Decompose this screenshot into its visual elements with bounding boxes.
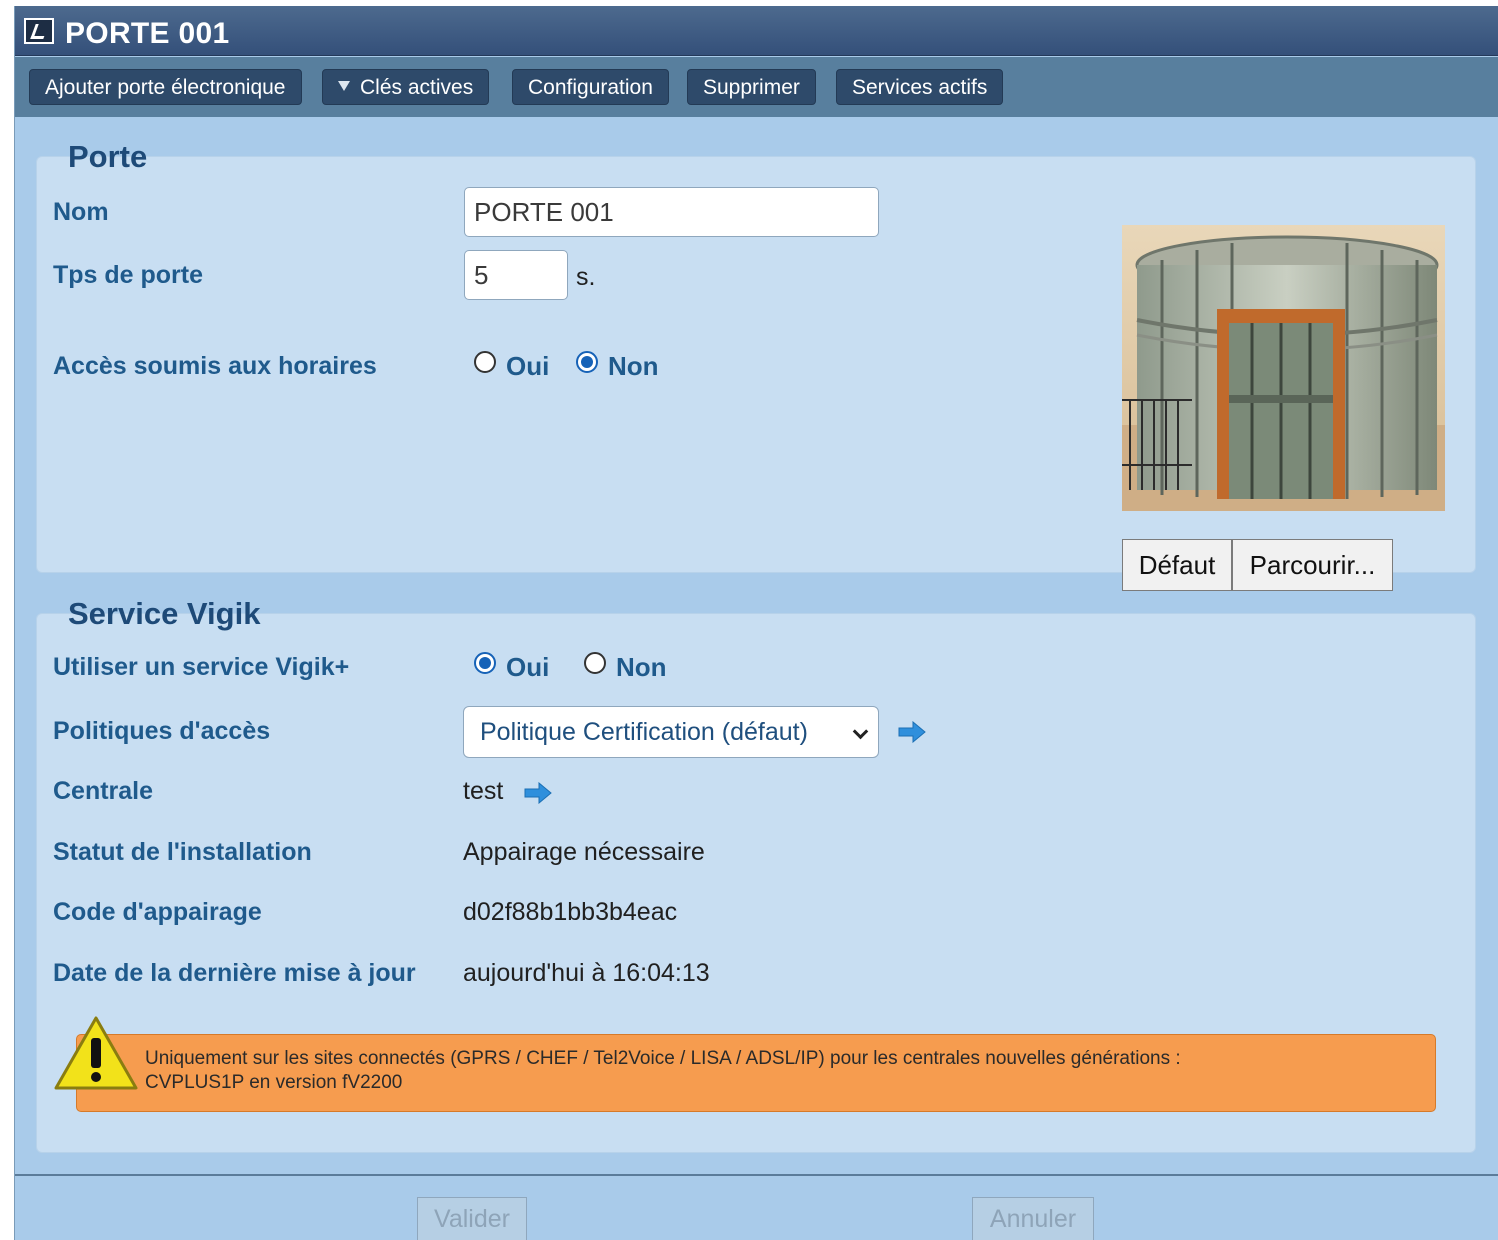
door-time-label: Tps de porte [53,261,204,289]
door-time-unit: s. [576,263,596,291]
vigik-use-no-radio[interactable] [584,652,606,674]
configuration-button[interactable]: Configuration [512,69,669,105]
add-door-button[interactable]: Ajouter porte électronique [29,69,302,105]
central-value: test [463,777,504,805]
policy-link-arrow-icon[interactable] [897,721,927,743]
active-services-button[interactable]: Services actifs [836,69,1004,105]
vigik-use-label: Utiliser un service Vigik+ [53,653,350,681]
vigik-use-no-label: Non [616,652,667,682]
footer-divider [15,1174,1498,1176]
vigik-use-yes-radio[interactable] [474,652,496,674]
active-keys-label: Clés actives [360,76,474,99]
central-link-arrow-icon[interactable] [523,782,553,804]
warning-line-1: Uniquement sur les sites connectés (GPRS… [145,1048,1181,1069]
toolbar: Ajouter porte électronique Clés actives … [15,57,1498,117]
central-label: Centrale [53,777,154,805]
window-title: PORTE 001 [65,17,230,50]
last-update-label: Date de la dernière mise à jour [53,959,416,987]
schedule-no-radio[interactable] [576,351,598,373]
schedule-yes-label: Oui [506,351,550,381]
filter-icon [338,81,350,91]
window-icon [24,18,54,44]
vigik-use-yes-label: Oui [506,652,550,682]
porte-legend: Porte [68,139,148,174]
policy-label: Politiques d'accès [53,717,271,745]
validate-button[interactable]: Valider [417,1197,527,1240]
warning-line-2: CVPLUS1P en version fV2200 [145,1072,403,1093]
title-bar: PORTE 001 [15,6,1498,56]
name-label: Nom [53,198,109,226]
delete-button[interactable]: Supprimer [687,69,816,105]
schedule-yes-radio[interactable] [474,351,496,373]
status-value: Appairage nécessaire [463,838,705,866]
browse-photo-button[interactable]: Parcourir... [1232,539,1393,591]
pairing-code-label: Code d'appairage [53,898,262,926]
policy-select-value: Politique Certification (défaut) [480,718,808,746]
last-update-value: aujourd'hui à 16:04:13 [463,959,710,987]
schedule-no-label: Non [608,351,659,381]
door-time-input[interactable]: 5 [464,250,568,300]
door-photo [1122,225,1445,511]
name-input[interactable]: PORTE 001 [464,187,879,237]
default-photo-button[interactable]: Défaut [1122,539,1232,591]
vigik-legend: Service Vigik [68,596,261,631]
schedule-label: Accès soumis aux horaires [53,352,377,380]
policy-select[interactable]: Politique Certification (défaut) [463,706,879,758]
status-label: Statut de l'installation [53,838,312,866]
warning-icon [54,1016,138,1090]
chevron-down-icon [852,723,869,740]
pairing-code-value: d02f88b1bb3b4eac [463,898,678,926]
cancel-button[interactable]: Annuler [972,1197,1094,1240]
warning-text: Uniquement sur les sites connectés (GPRS… [145,1047,1395,1095]
warning-banner: Uniquement sur les sites connectés (GPRS… [76,1034,1436,1112]
door-window: PORTE 001 Ajouter porte électronique Clé… [14,6,1498,1240]
active-keys-button[interactable]: Clés actives [322,69,490,105]
